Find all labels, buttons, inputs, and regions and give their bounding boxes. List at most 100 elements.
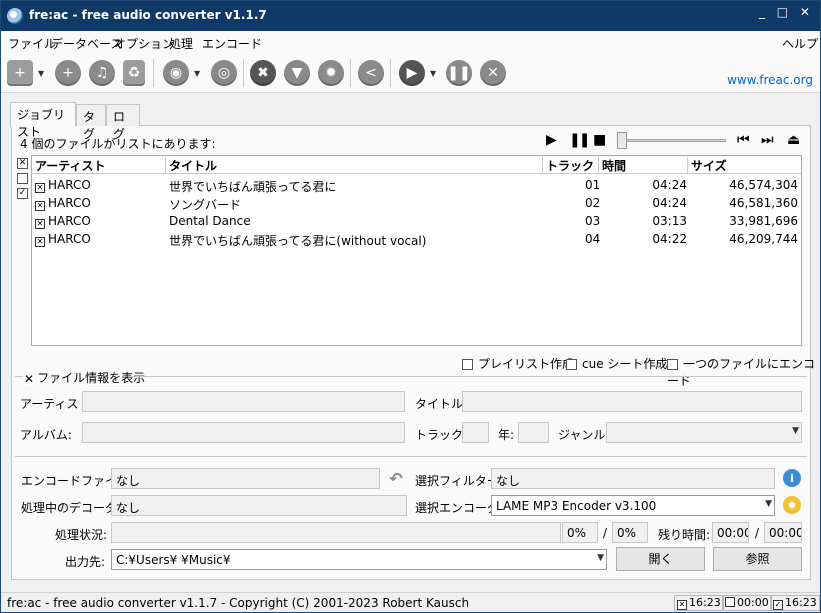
artist-field[interactable]	[82, 391, 405, 412]
encoder-label: 選択エンコーダ:	[415, 501, 504, 515]
menu-process[interactable]: 処理	[169, 35, 193, 52]
chevron-down-icon[interactable]: ▼	[38, 69, 44, 78]
menu-help[interactable]: ヘルプ	[782, 35, 818, 52]
create-cue-checkbox[interactable]	[566, 359, 577, 370]
table-row[interactable]: ✕ HARCO Dental Dance 03 03:13 33,981,696	[32, 212, 801, 230]
create-playlist-checkbox[interactable]	[462, 359, 473, 370]
cell-title: 世界でいちばん頑張ってる君に	[169, 180, 337, 194]
progress-separator: /	[603, 526, 608, 540]
tab-log[interactable]: ログ	[106, 104, 140, 141]
status-bar: fre:ac - free audio converter v1.1.7 - C…	[1, 592, 820, 612]
table-row[interactable]: ✕ HARCO 世界でいちばん頑張ってる君に(without vocal) 04 04:…	[32, 230, 801, 248]
remaining-file-value: 00:00	[712, 522, 749, 543]
stop-icon[interactable]: ✕	[480, 60, 506, 86]
cddb-submit-icon[interactable]: ◎	[211, 60, 237, 86]
status-label: 処理状況:	[55, 528, 108, 542]
cell-track: 01	[585, 178, 601, 192]
chevron-down-icon[interactable]: ▼	[597, 553, 604, 563]
decoder-field: なし	[111, 495, 407, 516]
menu-encode[interactable]: エンコード	[202, 35, 262, 52]
toggle-selection-checkbox[interactable]: ✓	[17, 188, 28, 199]
genre-select[interactable]: ▼	[606, 422, 802, 443]
tab-joblist[interactable]: ジョブリスト	[10, 102, 76, 139]
music-note-icon[interactable]: ♫	[89, 60, 115, 86]
title-field[interactable]	[462, 391, 802, 412]
freac-app-icon	[7, 8, 23, 24]
open-folder-button[interactable]: 開く	[616, 547, 705, 571]
chevron-down-icon[interactable]: ▼	[792, 426, 799, 436]
pause-icon[interactable]: ❚❚	[569, 132, 591, 148]
cell-artist: ✕ HARCO	[35, 196, 91, 211]
chevron-down-icon[interactable]: ▼	[430, 69, 436, 78]
single-file-option[interactable]: 一つのファイルにエンコード	[667, 355, 820, 389]
stop-icon[interactable]: ■	[593, 132, 606, 148]
menu-options[interactable]: オプション	[114, 35, 174, 52]
cell-size: 46,581,360	[729, 196, 798, 210]
show-file-info-checkbox[interactable]: ✕	[24, 373, 35, 385]
add-files-icon[interactable]: +	[7, 60, 33, 86]
encoder-select[interactable]: LAME MP3 Encoder v3.100 ▼	[491, 495, 775, 516]
filter-field: なし	[491, 468, 775, 489]
cell-size: 33,981,696	[729, 214, 798, 228]
browse-button[interactable]: 参照	[713, 547, 802, 571]
row-checkbox[interactable]: ✕	[35, 219, 45, 229]
clear-list-icon[interactable]: ♻	[123, 60, 145, 86]
row-checkbox[interactable]: ✕	[35, 201, 45, 211]
select-all-checkbox[interactable]: ✕	[17, 158, 28, 169]
add-cd-icon[interactable]: +	[55, 60, 81, 86]
header-artist[interactable]: アーティスト	[32, 157, 166, 173]
undo-arrow-icon[interactable]: ↶	[387, 469, 405, 488]
encoder-config-gear-icon[interactable]: ✹	[783, 496, 801, 514]
next-track-icon[interactable]: ⏭	[761, 132, 774, 148]
chevron-down-icon[interactable]: ▼	[765, 499, 772, 509]
cell-title: Dental Dance	[169, 214, 251, 228]
row-checkbox[interactable]: ✕	[35, 237, 45, 247]
encode-start-icon[interactable]: ▶	[399, 60, 425, 86]
cddb-query-icon[interactable]: ◉	[163, 60, 189, 86]
tools-icon[interactable]: ✖	[250, 60, 276, 86]
select-none-checkbox[interactable]	[17, 173, 28, 184]
encode-file-field: なし	[111, 468, 380, 489]
playback-slider-thumb[interactable]	[617, 132, 627, 149]
menu-database[interactable]: データベース	[51, 35, 122, 52]
single-file-checkbox[interactable]	[667, 359, 678, 370]
info-icon[interactable]: i	[783, 469, 801, 487]
show-file-info-toggle[interactable]: ✕ ファイル情報を表示	[24, 369, 145, 386]
filter-icon[interactable]: ▼	[284, 60, 310, 86]
pause-icon[interactable]: ❚❚	[446, 60, 472, 86]
title-bar: fre:ac - free audio converter v1.1.7 _ □…	[1, 1, 820, 31]
app-window: fre:ac - free audio converter v1.1.7 _ □…	[0, 0, 821, 613]
album-field[interactable]	[82, 422, 405, 443]
cell-time: 04:24	[652, 178, 687, 192]
play-icon[interactable]: ▶	[546, 132, 557, 148]
share-icon[interactable]: <	[358, 60, 384, 86]
create-playlist-option[interactable]: プレイリスト作成	[462, 355, 574, 372]
cell-title: 世界でいちばん頑張ってる君に(without vocal)	[169, 234, 427, 248]
website-link[interactable]: www.freac.org	[727, 73, 813, 87]
header-time[interactable]: 時間	[599, 157, 688, 173]
year-field[interactable]	[518, 422, 549, 443]
track-field[interactable]	[462, 422, 489, 443]
header-size[interactable]: サイズ	[688, 157, 801, 173]
header-title[interactable]: タイトル	[166, 157, 543, 173]
decoder-label: 処理中のデコーダ:	[21, 501, 122, 515]
output-folder-select[interactable]: C:¥Users¥ ¥Music¥ ▼	[111, 549, 607, 570]
playback-slider[interactable]	[623, 139, 726, 142]
create-cue-option[interactable]: cue シート作成	[566, 355, 667, 372]
previous-track-icon[interactable]: ⏮	[737, 132, 750, 148]
cell-time: 04:24	[652, 196, 687, 210]
job-list-table[interactable]: アーティスト タイトル トラック 時間 サイズ ✕ HARCO 世界でいちばん頑張っ…	[31, 155, 802, 346]
table-row[interactable]: ✕ HARCO ソングバード 02 04:24 46,581,360	[32, 194, 801, 212]
eject-icon[interactable]: ⏏	[787, 132, 800, 148]
tab-tags[interactable]: タグ	[76, 104, 106, 141]
menu-file[interactable]: ファイル	[8, 35, 56, 52]
table-row[interactable]: ✕ HARCO 世界でいちばん頑張ってる君に 01 04:24 46,574,304	[32, 176, 801, 194]
header-track[interactable]: トラック	[543, 157, 599, 173]
row-checkbox[interactable]: ✕	[35, 183, 45, 193]
menu-bar: ファイル データベース オプション 処理 エンコード ヘルプ	[1, 31, 820, 53]
cell-artist: ✕ HARCO	[35, 178, 91, 193]
unchecked-icon	[725, 597, 735, 607]
chevron-down-icon[interactable]: ▼	[194, 69, 200, 78]
gear-icon[interactable]: ✹	[318, 60, 344, 86]
window-controls[interactable]: _ □ ✕	[759, 5, 814, 19]
